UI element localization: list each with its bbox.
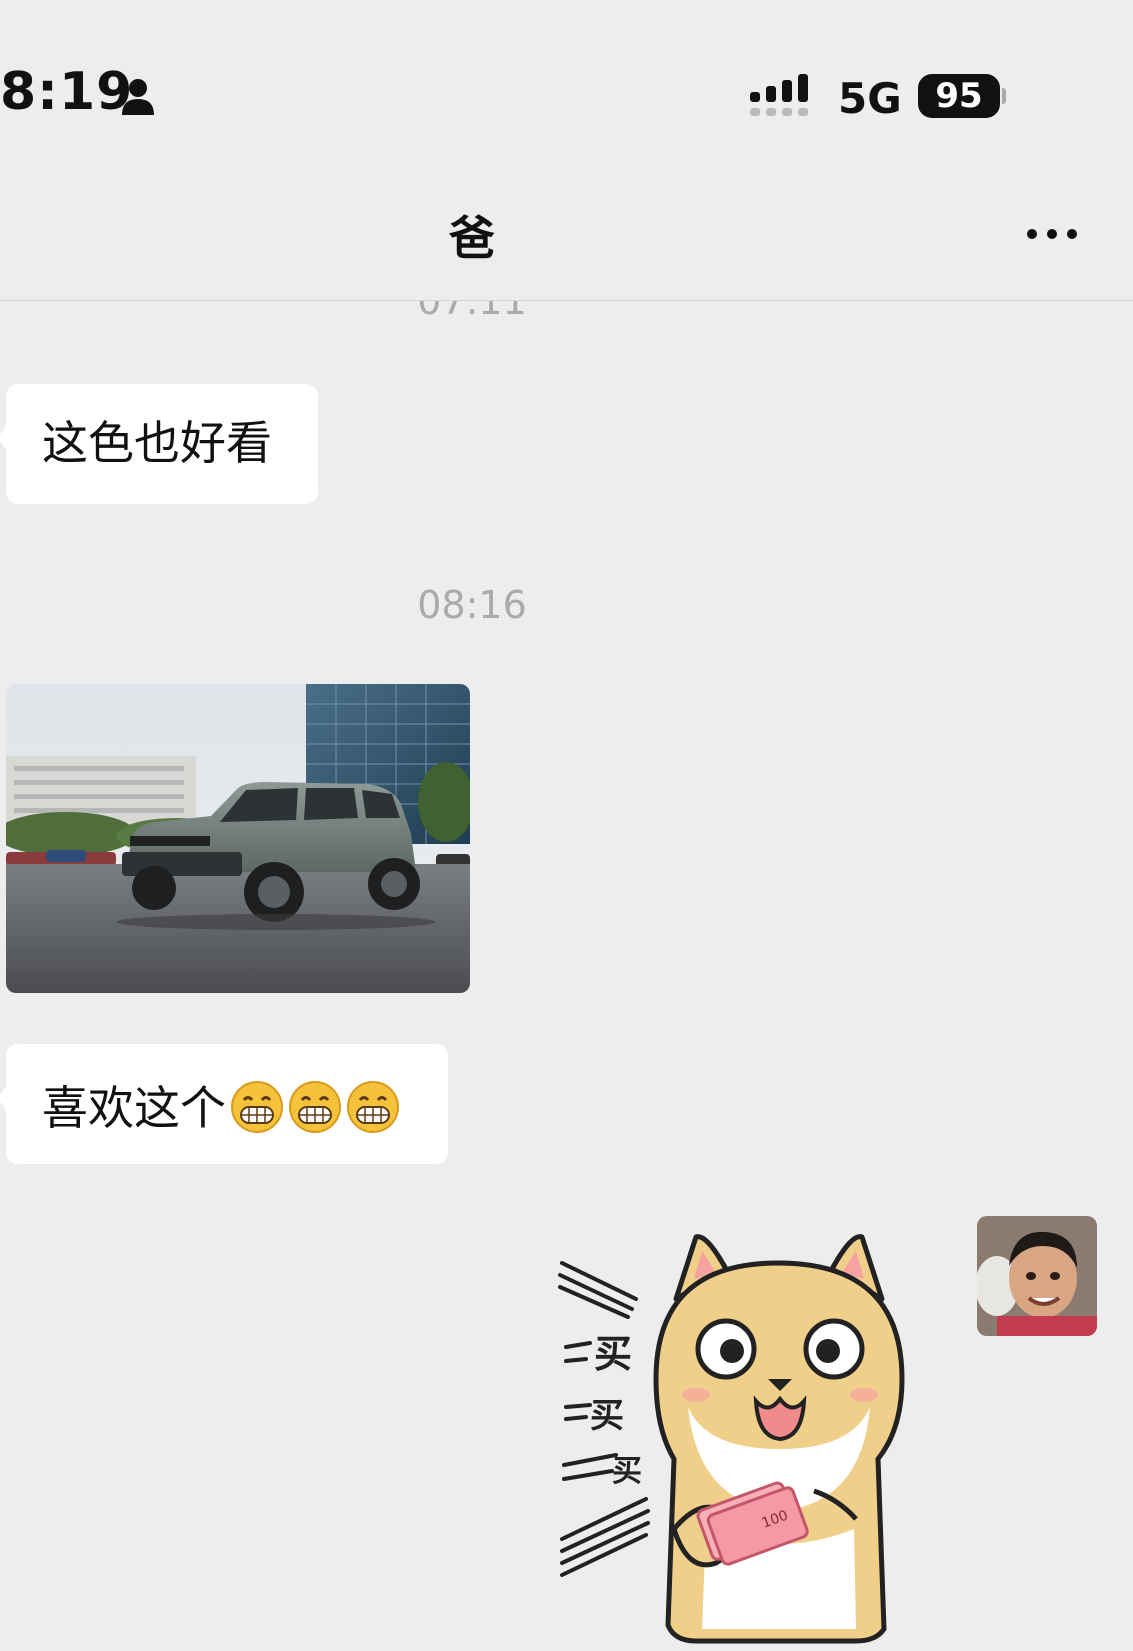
message-text: 喜欢这个 xyxy=(42,1081,226,1135)
chat-messages[interactable]: 07:11 这色也好看 08:16 喜欢这个 买 买 买 100 xyxy=(0,301,1133,1651)
sticker-text: 买 xyxy=(594,1332,632,1376)
car-photo[interactable] xyxy=(6,684,470,993)
message-timestamp: 07:11 xyxy=(417,301,527,323)
bubble-tail xyxy=(0,1086,7,1110)
message-bubble[interactable]: 这色也好看 xyxy=(0,384,318,504)
bubble-tail xyxy=(0,426,7,450)
chat-title: 爸 xyxy=(449,211,495,265)
status-bar: 8:19 5G 95 xyxy=(0,0,1133,160)
message-text: 这色也好看 xyxy=(42,416,272,470)
grin-emoji-icon xyxy=(347,1081,399,1133)
message-bubble[interactable]: 喜欢这个 xyxy=(0,1044,448,1164)
shiba-sticker-image: 买 买 买 100 xyxy=(558,1234,905,1644)
grin-emoji-icon xyxy=(289,1081,341,1133)
avatar-image xyxy=(977,1216,1097,1336)
avatar[interactable] xyxy=(977,1216,1097,1336)
person-icon xyxy=(122,79,154,115)
grin-emoji-icon xyxy=(231,1081,283,1133)
shiba-sticker[interactable]: 买 买 买 100 xyxy=(556,1229,936,1649)
battery-icon: 95 xyxy=(918,74,1006,118)
sticker-text: 买 xyxy=(612,1454,642,1489)
chat-header: 爸 xyxy=(0,160,1133,301)
car-photo-image xyxy=(6,684,470,993)
network-type: 5G xyxy=(838,74,902,123)
sticker-text: 买 xyxy=(590,1396,624,1436)
battery-level: 95 xyxy=(918,74,1000,118)
message-timestamp: 08:16 xyxy=(417,583,527,627)
status-time: 8:19 xyxy=(0,62,134,122)
signal-icon xyxy=(750,74,808,116)
battery-tip xyxy=(1002,88,1006,104)
more-icon[interactable] xyxy=(1022,222,1082,246)
